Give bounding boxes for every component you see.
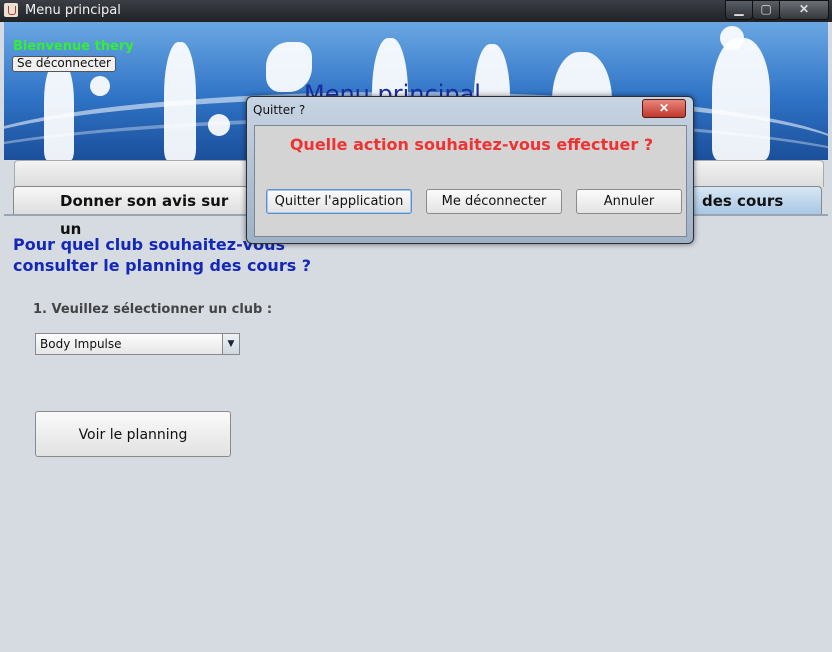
- logout-button[interactable]: Se déconnecter: [12, 56, 116, 72]
- dropdown-arrow-icon[interactable]: ▼: [222, 334, 239, 354]
- minimize-button[interactable]: ▁: [725, 0, 753, 20]
- welcome-text: Bienvenue thery: [13, 39, 134, 54]
- quit-application-button[interactable]: Quitter l'application: [266, 189, 412, 214]
- cancel-button[interactable]: Annuler: [576, 189, 682, 214]
- ball-icon: [720, 26, 744, 50]
- tab-planning-cours[interactable]: des cours: [692, 186, 822, 214]
- dialog-body: Quelle action souhaitez-vous effectuer ?…: [254, 125, 687, 237]
- dialog-title: Quitter ?: [253, 103, 306, 117]
- dialog-close-button[interactable]: ✕: [642, 99, 686, 118]
- maximize-button[interactable]: ▢: [752, 0, 780, 20]
- window-close-button[interactable]: ✕: [779, 0, 829, 20]
- step-label: 1. Veuillez sélectionner un club :: [33, 302, 273, 317]
- heading-line: consulter le planning des cours ?: [13, 256, 312, 275]
- java-app-icon: [4, 3, 18, 17]
- athlete-silhouette: [44, 62, 74, 160]
- club-select[interactable]: Body Impulse ▼: [35, 333, 240, 355]
- athlete-silhouette: [164, 42, 196, 160]
- dialog-logout-button[interactable]: Me déconnecter: [426, 189, 562, 214]
- club-select-value: Body Impulse: [40, 337, 122, 351]
- window-title-bar: Menu principal ▁ ▢ ✕: [0, 0, 832, 22]
- dialog-question: Quelle action souhaitez-vous effectuer ?: [289, 135, 654, 154]
- tab-donner-avis[interactable]: Donner son avis sur un: [13, 186, 249, 238]
- quit-dialog: Quitter ? ✕ Quelle action souhaitez-vous…: [246, 96, 694, 244]
- ball-icon: [90, 76, 110, 96]
- view-planning-button[interactable]: Voir le planning: [35, 411, 231, 457]
- window-title: Menu principal: [25, 3, 121, 18]
- ball-icon: [208, 114, 230, 136]
- athlete-silhouette: [712, 38, 770, 160]
